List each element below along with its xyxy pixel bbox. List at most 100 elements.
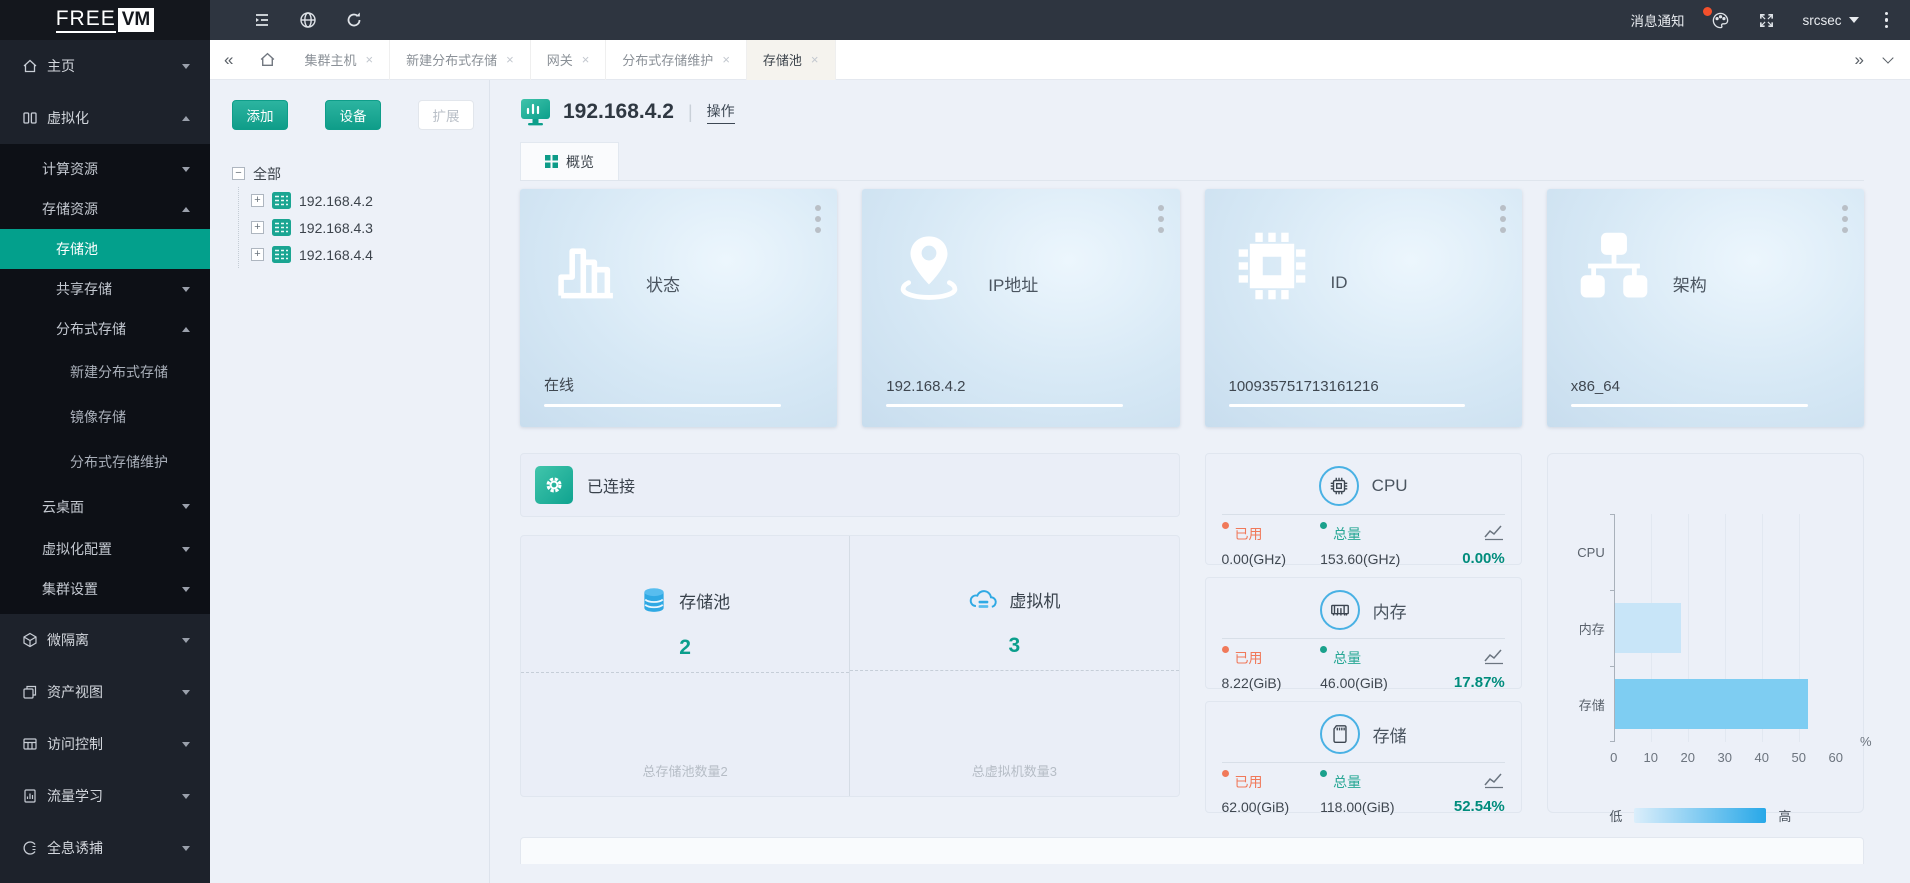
chevron-down-icon [182,63,190,69]
host-ip: 192.168.4.2 [563,100,674,123]
sidebar-item-storage-resources[interactable]: 存储资源 [0,189,210,229]
tree-node-host-1[interactable]: + 192.168.4.2 [251,187,475,214]
resource-title: 内存 [1372,602,1407,622]
sidebar-item-cloud-desktop[interactable]: 云桌面 [0,484,210,529]
tab-overview[interactable]: 概览 [520,142,619,180]
sidebar-item-distributed-storage-maintenance[interactable]: 分布式存储维护 [0,439,210,484]
expand-node-icon[interactable]: + [251,221,264,234]
card-menu-icon[interactable] [1157,205,1164,233]
card-menu-icon[interactable] [815,205,822,233]
sidebar-item-traffic-learning[interactable]: 流量学习 [0,770,210,822]
sidebar-item-home[interactable]: 主页 [0,40,210,92]
vm-counter[interactable]: 虚拟机 3 总虚拟机数量3 [849,536,1179,796]
tab-gateway[interactable]: 网关 × [531,39,607,80]
card-menu-icon[interactable] [1499,205,1506,233]
chevron-down-icon [182,845,190,851]
close-icon[interactable]: × [582,52,590,67]
sidebar-item-storage-pool[interactable]: 存储池 [0,229,210,269]
sidebar-item-access-control[interactable]: 访问控制 [0,718,210,770]
status-bars-icon [544,223,630,309]
notifications-button[interactable]: 消息通知 [1630,10,1684,30]
tabs-menu-icon[interactable] [1882,51,1894,64]
total-value: 46.00(GiB) [1320,675,1388,691]
tabs-scroll-left-icon[interactable]: « [210,50,247,70]
sidebar-item-micro-isolation[interactable]: 微隔离 [0,614,210,666]
expand-node-icon[interactable]: + [251,194,264,207]
host-action-link[interactable]: 操作 [706,101,735,124]
ip-card: IP地址 192.168.4.2 [862,189,1180,427]
chart-x-axis: 0 10 20 30 40 50 60 % [1610,734,1871,770]
refresh-icon[interactable] [344,10,364,30]
close-icon[interactable]: × [811,52,819,67]
expand-node-icon[interactable]: + [251,248,264,261]
gear-icon [535,466,573,504]
monitor-icon [521,99,550,126]
tab-storage-pool[interactable]: 存储池 × [746,39,836,80]
trend-chart-icon[interactable] [1483,524,1505,541]
next-section-edge [520,837,1864,864]
user-menu[interactable]: srcsec [1802,13,1859,28]
cpu-usage-card: CPU 已用 0.00(GHz) 总量 153.60(GHz) 0.00% [1204,453,1522,567]
sidebar-item-shared-storage[interactable]: 共享存储 [0,269,210,309]
theme-palette-icon[interactable] [1703,7,1730,30]
chevron-down-icon [182,286,190,292]
memory-usage-card: 内存 已用 8.22(GiB) 总量 46.00(GiB) 17.87% [1204,577,1522,691]
card-underline [1570,404,1808,407]
card-value: x86_64 [1570,378,1620,395]
tab-distributed-storage-maintenance[interactable]: 分布式存储维护 × [606,39,747,80]
card-menu-icon[interactable] [1842,205,1848,233]
connection-status-bar: 已连接 [520,453,1180,517]
sidebar-item-cluster-settings[interactable]: 集群设置 [0,569,210,609]
sidebar-item-new-distributed-storage[interactable]: 新建分布式存储 [0,349,210,394]
tab-new-distributed-storage[interactable]: 新建分布式存储 × [390,39,531,80]
trend-chart-icon[interactable] [1483,772,1505,789]
sidebar-item-asset-view[interactable]: 资产视图 [0,666,210,718]
home-icon [21,58,38,75]
sidebar-item-compute-resources[interactable]: 计算资源 [0,149,210,189]
tree-node-host-2[interactable]: + 192.168.4.3 [251,214,475,241]
id-card: ID 100935751713161216 [1204,189,1522,427]
sidebar-item-virtualization[interactable]: 虚拟化 [0,92,210,144]
add-button[interactable]: 添加 [232,100,288,130]
virtualization-submenu: 计算资源 存储资源 存储池 共享存储 分布式存储 新建分布式存储 镜像存储 分布… [0,144,210,614]
trend-chart-icon[interactable] [1483,648,1505,665]
counter-footer: 总虚拟机数量3 [971,764,1057,779]
fullscreen-icon[interactable] [1756,10,1776,30]
tree-root[interactable]: − 全部 [232,160,475,187]
tab-cluster-hosts[interactable]: 集群主机 × [288,39,391,80]
expand-button[interactable]: 扩展 [418,100,474,130]
resource-title: 存储 [1372,726,1407,746]
globe-icon[interactable] [298,10,318,30]
grid-icon [545,155,558,168]
tree-node-host-3[interactable]: + 192.168.4.4 [251,241,475,268]
more-options-icon[interactable] [1884,11,1888,29]
close-icon[interactable]: × [365,52,373,67]
used-value: 62.00(GiB) [1221,799,1290,815]
server-icon [272,192,291,209]
divider [521,672,850,673]
close-icon[interactable]: × [506,52,514,67]
tabs-scroll-right-icon[interactable]: » [1841,50,1878,70]
bar-chart-plot: CPU 内存 存储 [1577,514,1836,742]
storage-icon [1319,714,1360,754]
close-icon[interactable]: × [722,52,730,67]
collapse-node-icon[interactable]: − [232,167,245,180]
chart-gradient-legend: 低 高 [1548,806,1853,825]
server-icon [272,219,291,236]
counter-value: 2 [679,636,691,659]
logo-text: FREE [55,7,116,33]
storage-pool-counter[interactable]: 存储池 2 总存储池数量2 [521,536,850,796]
sidebar-item-image-storage[interactable]: 镜像存储 [0,394,210,439]
legend-gradient-bar [1634,808,1767,823]
sidebar-item-holographic-trap[interactable]: 全息诱捕 [0,822,210,874]
chart-bar-memory [1614,603,1681,653]
database-icon [644,588,664,612]
used-value: 0.00(GHz) [1221,551,1287,567]
collapse-sidebar-icon[interactable] [252,10,272,30]
total-value: 153.60(GHz) [1320,551,1401,567]
chevron-down-icon [1848,17,1859,23]
home-tab-icon[interactable] [247,51,288,68]
sidebar-item-distributed-storage[interactable]: 分布式存储 [0,309,210,349]
device-button[interactable]: 设备 [325,100,381,130]
sidebar-item-virtualization-config[interactable]: 虚拟化配置 [0,529,210,569]
